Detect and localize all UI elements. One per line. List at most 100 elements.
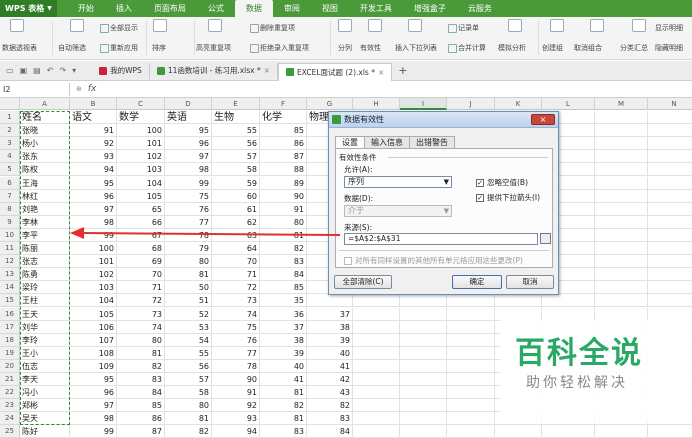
table-cell[interactable]: [648, 308, 692, 321]
validity-icon[interactable]: [368, 19, 382, 32]
insert-dropdown-button[interactable]: 插入下拉列表: [395, 43, 437, 53]
table-cell[interactable]: 41: [260, 373, 307, 387]
table-cell[interactable]: 91: [70, 124, 117, 138]
table-cell[interactable]: 40: [307, 346, 353, 360]
split-column-icon[interactable]: [338, 19, 352, 32]
table-cell[interactable]: [542, 425, 595, 438]
table-cell[interactable]: 83: [307, 412, 353, 426]
table-cell[interactable]: [648, 268, 692, 282]
table-cell[interactable]: 63: [212, 228, 260, 242]
table-cell[interactable]: [595, 163, 648, 177]
table-cell[interactable]: 84: [260, 268, 307, 282]
table-cell[interactable]: 96: [70, 189, 117, 203]
table-cell[interactable]: 82: [260, 242, 307, 256]
row-header[interactable]: 10: [0, 228, 20, 242]
table-cell[interactable]: [447, 294, 495, 308]
menu-tab-6[interactable]: 视图: [311, 0, 349, 17]
table-cell[interactable]: 82: [165, 425, 212, 438]
column-header-I[interactable]: I: [400, 98, 447, 110]
header-cell[interactable]: 生物: [212, 111, 260, 125]
print-icon[interactable]: ▤: [33, 66, 41, 75]
column-header-K[interactable]: K: [495, 98, 542, 110]
table-cell[interactable]: [400, 359, 447, 373]
ok-button[interactable]: 确定: [452, 275, 502, 289]
table-cell[interactable]: [400, 399, 447, 413]
table-cell[interactable]: 54: [165, 333, 212, 347]
row-header[interactable]: 25: [0, 425, 20, 438]
table-cell[interactable]: 82: [307, 399, 353, 413]
row-header[interactable]: 7: [0, 189, 20, 203]
table-cell[interactable]: 81: [260, 412, 307, 426]
table-cell[interactable]: 80: [260, 215, 307, 229]
table-cell[interactable]: 70: [117, 268, 165, 282]
header-cell[interactable]: 语文: [70, 111, 117, 125]
row-header[interactable]: 11: [0, 242, 20, 256]
reapply-button[interactable]: 重新应用: [100, 43, 138, 53]
table-cell[interactable]: 86: [117, 412, 165, 426]
table-cell[interactable]: 76: [212, 333, 260, 347]
row-header[interactable]: 18: [0, 333, 20, 347]
table-cell[interactable]: [353, 346, 400, 360]
close-button[interactable]: ×: [531, 114, 555, 125]
menu-tab-7[interactable]: 开发工具: [349, 0, 403, 17]
table-cell[interactable]: 80: [117, 333, 165, 347]
table-cell[interactable]: 81: [260, 228, 307, 242]
table-cell[interactable]: 62: [212, 215, 260, 229]
fx-icon[interactable]: fx: [82, 84, 103, 94]
column-header-D[interactable]: D: [165, 98, 212, 110]
table-cell[interactable]: [353, 425, 400, 438]
table-cell[interactable]: 73: [117, 307, 165, 321]
table-cell[interactable]: [495, 425, 542, 438]
record-sheet-button[interactable]: 记录单: [448, 23, 479, 33]
table-cell[interactable]: [595, 189, 648, 203]
table-cell[interactable]: 90: [260, 189, 307, 203]
table-cell[interactable]: [495, 294, 542, 308]
table-cell[interactable]: 68: [117, 242, 165, 256]
table-cell[interactable]: 75: [165, 189, 212, 203]
table-cell[interactable]: 99: [70, 228, 117, 242]
simulate-icon[interactable]: [508, 19, 522, 32]
column-header-M[interactable]: M: [595, 98, 648, 110]
table-cell[interactable]: [595, 137, 648, 151]
table-cell[interactable]: [648, 177, 692, 190]
table-cell[interactable]: [447, 307, 495, 321]
table-cell[interactable]: 73: [212, 294, 260, 308]
table-cell[interactable]: 71: [117, 281, 165, 295]
table-cell[interactable]: [447, 373, 495, 387]
close-icon[interactable]: ×: [378, 68, 384, 77]
table-cell[interactable]: 88: [260, 163, 307, 177]
row-header[interactable]: 24: [0, 412, 20, 426]
table-cell[interactable]: 109: [70, 359, 117, 373]
table-cell[interactable]: 101: [70, 255, 117, 269]
table-cell[interactable]: [447, 333, 495, 347]
table-cell[interactable]: 85: [260, 124, 307, 138]
table-cell[interactable]: 85: [117, 399, 165, 413]
table-cell[interactable]: [447, 399, 495, 413]
table-cell[interactable]: 81: [165, 268, 212, 282]
table-cell[interactable]: 96: [70, 386, 117, 400]
show-all-button[interactable]: 全部显示: [100, 23, 138, 33]
table-cell[interactable]: 82: [117, 359, 165, 373]
table-cell[interactable]: 72: [117, 294, 165, 308]
row-header[interactable]: 20: [0, 359, 20, 373]
table-cell[interactable]: 101: [117, 137, 165, 151]
table-cell[interactable]: 100: [117, 124, 165, 138]
table-cell[interactable]: [595, 215, 648, 229]
table-cell[interactable]: 98: [165, 163, 212, 177]
menu-tab-4[interactable]: 数据: [234, 0, 273, 17]
table-cell[interactable]: 102: [70, 268, 117, 282]
table-cell[interactable]: 56: [165, 359, 212, 373]
create-group-button[interactable]: 创建组: [542, 43, 563, 53]
document-tab-0[interactable]: 我的WPS: [92, 62, 150, 79]
table-cell[interactable]: 80: [165, 255, 212, 269]
table-cell[interactable]: 79: [165, 242, 212, 256]
table-cell[interactable]: [400, 307, 447, 321]
row-header[interactable]: 17: [0, 320, 20, 334]
table-cell[interactable]: 57: [212, 150, 260, 164]
table-cell[interactable]: 105: [117, 189, 165, 203]
table-cell[interactable]: 38: [260, 333, 307, 347]
table-cell[interactable]: [447, 412, 495, 426]
table-cell[interactable]: [648, 216, 692, 229]
table-cell[interactable]: 66: [117, 215, 165, 229]
document-tab-1[interactable]: 11函数培训 - 练习用.xlsx * ×: [150, 62, 279, 79]
